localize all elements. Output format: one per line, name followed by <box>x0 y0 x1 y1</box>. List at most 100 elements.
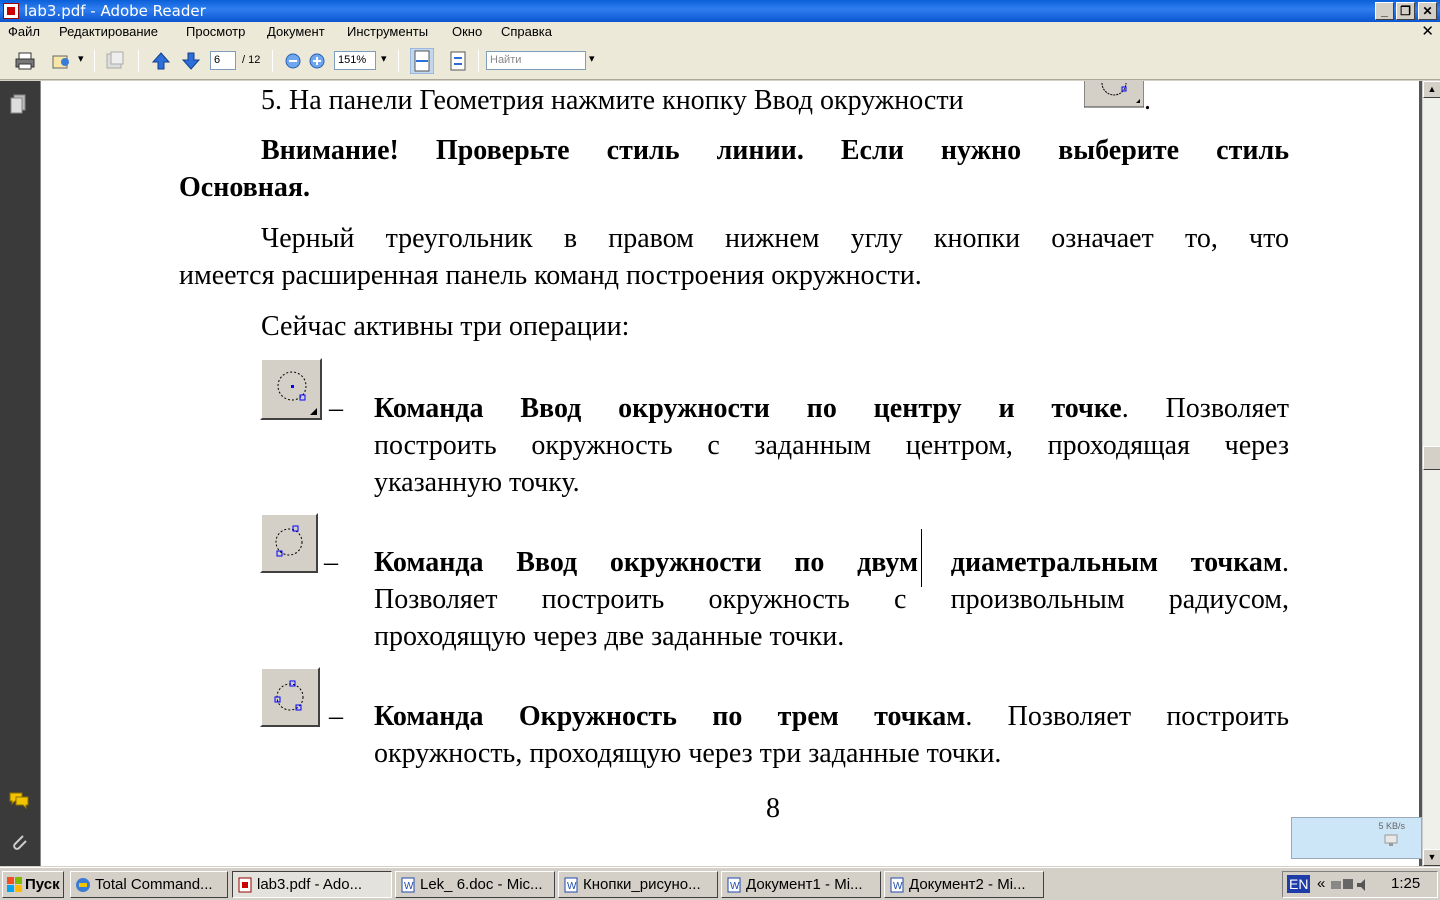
item1-bold-text: Команда Ввод окружности по центру и точк… <box>374 393 1122 424</box>
task-label: Lek_ 6.doc - Mic... <box>420 876 543 893</box>
word-document-icon: W <box>401 877 415 893</box>
language-indicator[interactable]: EN <box>1287 875 1311 893</box>
tray-expand-icon[interactable]: « <box>1317 875 1325 892</box>
page-number-input[interactable]: 6 <box>210 51 236 70</box>
zoom-out-icon[interactable] <box>282 50 304 72</box>
text-cursor <box>921 529 922 587</box>
total-pages-label: / 12 <box>242 54 261 66</box>
navigation-panel <box>0 81 40 866</box>
menu-tools[interactable]: Инструменты <box>347 24 428 39</box>
hand-tool-icon[interactable] <box>104 50 126 72</box>
windows-logo-icon <box>7 877 22 892</box>
chevron-down-icon[interactable]: ▾ <box>589 52 595 65</box>
scroll-thumb[interactable] <box>1423 446 1440 470</box>
minimize-button[interactable]: _ <box>1375 2 1394 20</box>
chevron-down-icon[interactable]: ▾ <box>381 52 387 65</box>
attachment-icon[interactable] <box>8 831 30 853</box>
circle-input-button-icon <box>1084 81 1144 108</box>
task-word-lek6[interactable]: W Lek_ 6.doc - Mic... <box>395 871 555 898</box>
item1-line2: построить окружность с заданным центром,… <box>374 430 1289 461</box>
fit-page-icon[interactable] <box>447 50 469 72</box>
warning-line2: Основная. <box>179 172 311 203</box>
task-label: Документ1 - Mi... <box>746 876 863 893</box>
vertical-scrollbar[interactable]: ▲ ▼ <box>1422 81 1440 866</box>
comments-icon[interactable] <box>8 789 30 811</box>
toolbar: ▾ 6 / 12 151% ▾ Найти ▾ <box>0 42 1440 80</box>
menu-file[interactable]: Файл <box>8 24 40 39</box>
taskbar: Пуск Total Command... lab3.pdf - Ado... … <box>0 867 1440 900</box>
pdf-page: 5. На панели Геометрия нажмите кнопку Вв… <box>41 81 1419 866</box>
warning-line1: Внимание! Проверьте стиль линии. Если ну… <box>261 135 1289 166</box>
next-page-icon[interactable] <box>180 50 202 72</box>
item1-line3: указанную точку. <box>374 467 580 498</box>
step5-period: . <box>1144 85 1151 116</box>
page-number: 8 <box>766 793 780 824</box>
task-adobe-reader[interactable]: lab3.pdf - Ado... <box>232 871 392 898</box>
word-document-icon: W <box>564 877 578 893</box>
item2-bold-text: Команда Ввод окружности по двум диаметра… <box>374 547 1282 578</box>
pages-icon[interactable] <box>8 93 30 115</box>
item3-line2: окружность, проходящую через три заданны… <box>374 738 1002 769</box>
step5-text: 5. На панели Геометрия нажмите кнопку Вв… <box>261 85 964 116</box>
task-word-knopki[interactable]: W Кнопки_рисуно... <box>558 871 718 898</box>
scroll-down-button[interactable]: ▼ <box>1423 849 1440 866</box>
system-tray: EN « 1:25 <box>1282 871 1438 898</box>
paragraph1-line2: имеется расширенная панель команд постро… <box>179 260 922 291</box>
circle-three-points-icon <box>274 680 304 711</box>
toolbar-separator <box>138 50 139 72</box>
paragraph1-line1: Черный треугольник в правом нижнем углу … <box>261 223 1289 254</box>
item2-line3: проходящую через две заданные точки. <box>374 621 845 652</box>
title-bar: lab3.pdf - Adobe Reader _ ❐ ✕ <box>0 0 1440 22</box>
word-document-icon: W <box>890 877 904 893</box>
zoom-level-select[interactable]: 151% <box>334 51 376 70</box>
circle-center-point-icon <box>277 371 317 415</box>
menu-window[interactable]: Окно <box>452 24 482 39</box>
document-close-icon[interactable]: ✕ <box>1421 22 1434 40</box>
svg-text:W: W <box>567 881 577 892</box>
network-speed-widget: 5 KB/s <box>1291 817 1422 859</box>
fit-width-icon[interactable] <box>410 48 434 74</box>
previous-page-icon[interactable] <box>150 50 172 72</box>
restore-button[interactable]: ❐ <box>1396 2 1415 20</box>
pdf-file-icon <box>238 877 252 893</box>
email-icon[interactable] <box>50 50 72 72</box>
item1-line1: Команда Ввод окружности по центру и точк… <box>374 393 1289 425</box>
start-label: Пуск <box>25 876 60 893</box>
item3-bold-text: Команда Окружность по трем точкам <box>374 701 966 732</box>
task-word-document2[interactable]: W Документ2 - Mi... <box>884 871 1044 898</box>
menu-document[interactable]: Документ <box>267 24 325 39</box>
toolbar-separator <box>398 50 399 72</box>
toolbar-separator <box>478 50 479 72</box>
network-volume-icons[interactable] <box>1331 877 1369 893</box>
scroll-up-button[interactable]: ▲ <box>1423 81 1440 98</box>
item2-line2: Позволяет построить окружность с произво… <box>374 584 1289 615</box>
menu-edit[interactable]: Редактирование <box>59 24 158 39</box>
clock: 1:25 <box>1391 875 1421 892</box>
zoom-in-icon[interactable] <box>306 50 328 72</box>
list-dash: – <box>324 547 338 578</box>
toolbar-separator <box>272 50 273 72</box>
task-total-commander[interactable]: Total Command... <box>70 871 228 898</box>
search-input[interactable]: Найти <box>486 51 586 70</box>
word-document-icon: W <box>727 877 741 893</box>
network-speed-label: 5 KB/s <box>1378 821 1405 831</box>
window-title: lab3.pdf - Adobe Reader <box>24 2 206 20</box>
task-word-document1[interactable]: W Документ1 - Mi... <box>721 871 881 898</box>
document-view[interactable]: 5. На панели Геометрия нажмите кнопку Вв… <box>40 81 1423 866</box>
close-button[interactable]: ✕ <box>1418 2 1437 20</box>
svg-text:W: W <box>730 881 740 892</box>
toolbar-separator <box>94 50 95 72</box>
chevron-down-icon[interactable]: ▾ <box>78 52 84 65</box>
paragraph2: Сейчас активны три операции: <box>261 311 630 342</box>
task-label: Документ2 - Mi... <box>909 876 1026 893</box>
print-icon[interactable] <box>14 50 36 72</box>
menu-view[interactable]: Просмотр <box>186 24 245 39</box>
svg-text:W: W <box>893 881 903 892</box>
menu-help[interactable]: Справка <box>501 24 552 39</box>
task-label: Total Command... <box>95 876 213 893</box>
network-icon <box>1384 834 1398 846</box>
task-label: lab3.pdf - Ado... <box>257 876 363 893</box>
menu-bar: Файл Редактирование Просмотр Документ Ин… <box>0 22 1440 42</box>
item2-line1-rest: . <box>1282 547 1289 578</box>
start-button[interactable]: Пуск <box>2 871 64 898</box>
